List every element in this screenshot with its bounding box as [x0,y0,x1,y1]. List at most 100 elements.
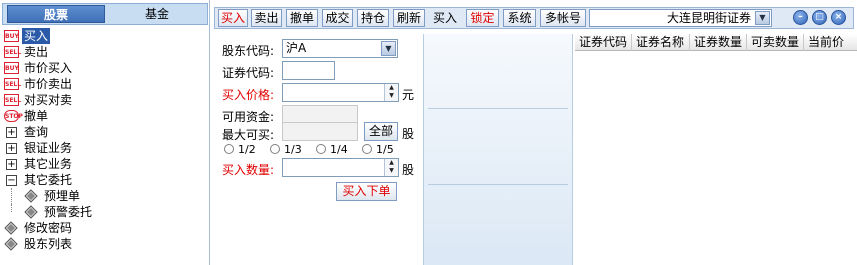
radio-icon[interactable] [362,144,372,154]
current-mode-label: 买入 [432,11,457,25]
tree-item-alert-order[interactable]: 预警委托 [0,204,209,220]
diamond-icon [24,189,38,203]
tree-item-change-password[interactable]: 修改密码 [0,220,209,236]
order-form: 股东代码: 沪A ▼ 证券代码: 买入价格: ▲ ▼ 元 可用资金: 最大可买: … [214,34,424,265]
column-header-quantity[interactable]: 证券数量 [690,34,747,51]
fraction-radio-half[interactable]: 1/2 [224,144,256,156]
tree-item-label: 查询 [24,125,49,139]
price-unit: 元 [402,88,415,102]
buy-price-input[interactable]: ▲ ▼ [282,83,399,102]
security-code-input[interactable] [282,61,335,80]
holdings-table: 证券代码 证券名称 证券数量 可卖数量 当前价 [575,34,857,265]
tab-stock[interactable]: 股票 [7,5,105,23]
tree-connector [11,204,12,212]
close-icon[interactable]: × [831,10,846,25]
fraction-radio-quarter[interactable]: 1/4 [316,144,348,156]
tree-item-label: 预警委托 [44,205,93,219]
security-code-label: 证券代码: [222,66,275,80]
buy-icon: BUY [4,62,19,74]
column-header-security-code[interactable]: 证券代码 [575,34,632,51]
buy-quantity-label: 买入数量: [222,163,275,177]
tree-item-other-orders[interactable]: − 其它委托 [0,172,209,188]
tree-item-cross-trade[interactable]: SELL 对买对卖 [0,92,209,108]
account-select[interactable]: 大连昆明街证券 ▼ [589,9,772,27]
buy-icon: BUY [4,30,19,42]
system-button[interactable]: 系统 [503,9,536,27]
tree-item-label: 银证业务 [24,141,73,155]
tab-fund[interactable]: 基金 [109,5,205,23]
fraction-label: 1/2 [238,143,256,156]
tree-item-label: 其它业务 [24,157,73,171]
sell-icon: SELL [4,94,21,106]
expand-icon[interactable]: + [6,159,17,170]
stop-icon: STOP [4,110,23,122]
toolbar: 买入 卖出 撤单 成交 持仓 刷新 买入 锁定 系统 多帐号 大连昆明街证券 ▼… [214,7,854,29]
tree-item-label: 卖出 [24,45,49,59]
shareholder-code-value: 沪A [286,41,307,55]
buy-button[interactable]: 买入 [218,9,248,27]
tree-item-label: 撤单 [24,109,49,123]
tree-item-other-business[interactable]: + 其它业务 [0,156,209,172]
tree-item-preset-order[interactable]: 预埋单 [0,188,209,204]
fraction-radio-fifth[interactable]: 1/5 [362,144,394,156]
filled-orders-button[interactable]: 成交 [322,9,353,27]
lock-button[interactable]: 锁定 [466,9,499,27]
tree-item-sell[interactable]: SELL 卖出 [0,44,209,60]
tree-item-market-sell[interactable]: SELL 市价卖出 [0,76,209,92]
diamond-icon [4,221,18,235]
expand-icon[interactable]: + [6,143,17,154]
account-select-value: 大连昆明街证券 [666,11,751,25]
column-header-security-name[interactable]: 证券名称 [632,34,690,51]
left-panel: 股票 基金 BUY 买入 SELL 卖出 BUY 市价买入 SELL 市价卖出 … [0,0,210,265]
restore-icon[interactable]: □ [812,10,827,25]
fraction-label: 1/4 [330,143,348,156]
available-funds-label: 可用资金: [222,110,275,124]
chevron-down-icon[interactable]: ▼ [381,41,396,56]
column-header-sellable-quantity[interactable]: 可卖数量 [747,34,804,51]
buy-quantity-input[interactable]: ▲ ▼ [282,158,399,177]
minimize-icon[interactable]: – [793,10,808,25]
refresh-button[interactable]: 刷新 [393,9,425,27]
chevron-down-icon[interactable]: ▼ [755,11,770,25]
shareholder-code-label: 股东代码: [222,44,275,58]
radio-icon[interactable] [224,144,234,154]
tree-item-bank-securities[interactable]: + 银证业务 [0,140,209,156]
tree-item-label: 预埋单 [44,189,81,203]
fraction-label: 1/5 [376,143,394,156]
function-tree: BUY 买入 SELL 卖出 BUY 市价买入 SELL 市价卖出 SELL 对… [0,28,209,252]
quote-panel [423,34,573,265]
tree-item-label: 修改密码 [24,221,73,235]
fraction-label: 1/3 [284,143,302,156]
diamond-icon [4,237,18,251]
radio-icon[interactable] [270,144,280,154]
left-tab-bar: 股票 基金 [2,3,208,25]
tree-item-buy[interactable]: BUY 买入 [0,28,209,44]
expand-icon[interactable]: + [6,127,17,138]
price-stepper[interactable]: ▲ ▼ [384,84,398,101]
tree-item-cancel[interactable]: STOP 撤单 [0,108,209,124]
shareholder-code-select[interactable]: 沪A ▼ [282,39,398,58]
sell-icon: SELL [4,78,21,90]
tree-item-label: 市价卖出 [24,77,73,91]
fraction-radio-third[interactable]: 1/3 [270,144,302,156]
positions-button[interactable]: 持仓 [357,9,389,27]
sell-button[interactable]: 卖出 [251,9,282,27]
radio-icon[interactable] [316,144,326,154]
diamond-icon [24,205,38,219]
collapse-icon[interactable]: − [6,175,17,186]
tree-item-query[interactable]: + 查询 [0,124,209,140]
tree-item-shareholder-list[interactable]: 股东列表 [0,236,209,252]
tree-item-label: 其它委托 [24,173,73,187]
submit-buy-button[interactable]: 买入下单 [336,182,397,201]
tree-item-label: 市价买入 [24,61,73,75]
cancel-order-button[interactable]: 撤单 [286,9,318,27]
column-header-current-price[interactable]: 当前价 [804,34,857,51]
buy-price-label: 买入价格: [222,88,275,102]
all-button[interactable]: 全部 [364,122,398,141]
tree-item-market-buy[interactable]: BUY 市价买入 [0,60,209,76]
tree-item-label: 股东列表 [24,237,73,251]
multi-account-button[interactable]: 多帐号 [540,9,586,27]
tree-item-label: 对买对卖 [24,93,73,107]
tree-item-label: 买入 [22,28,51,44]
quantity-stepper[interactable]: ▲ ▼ [384,159,398,176]
